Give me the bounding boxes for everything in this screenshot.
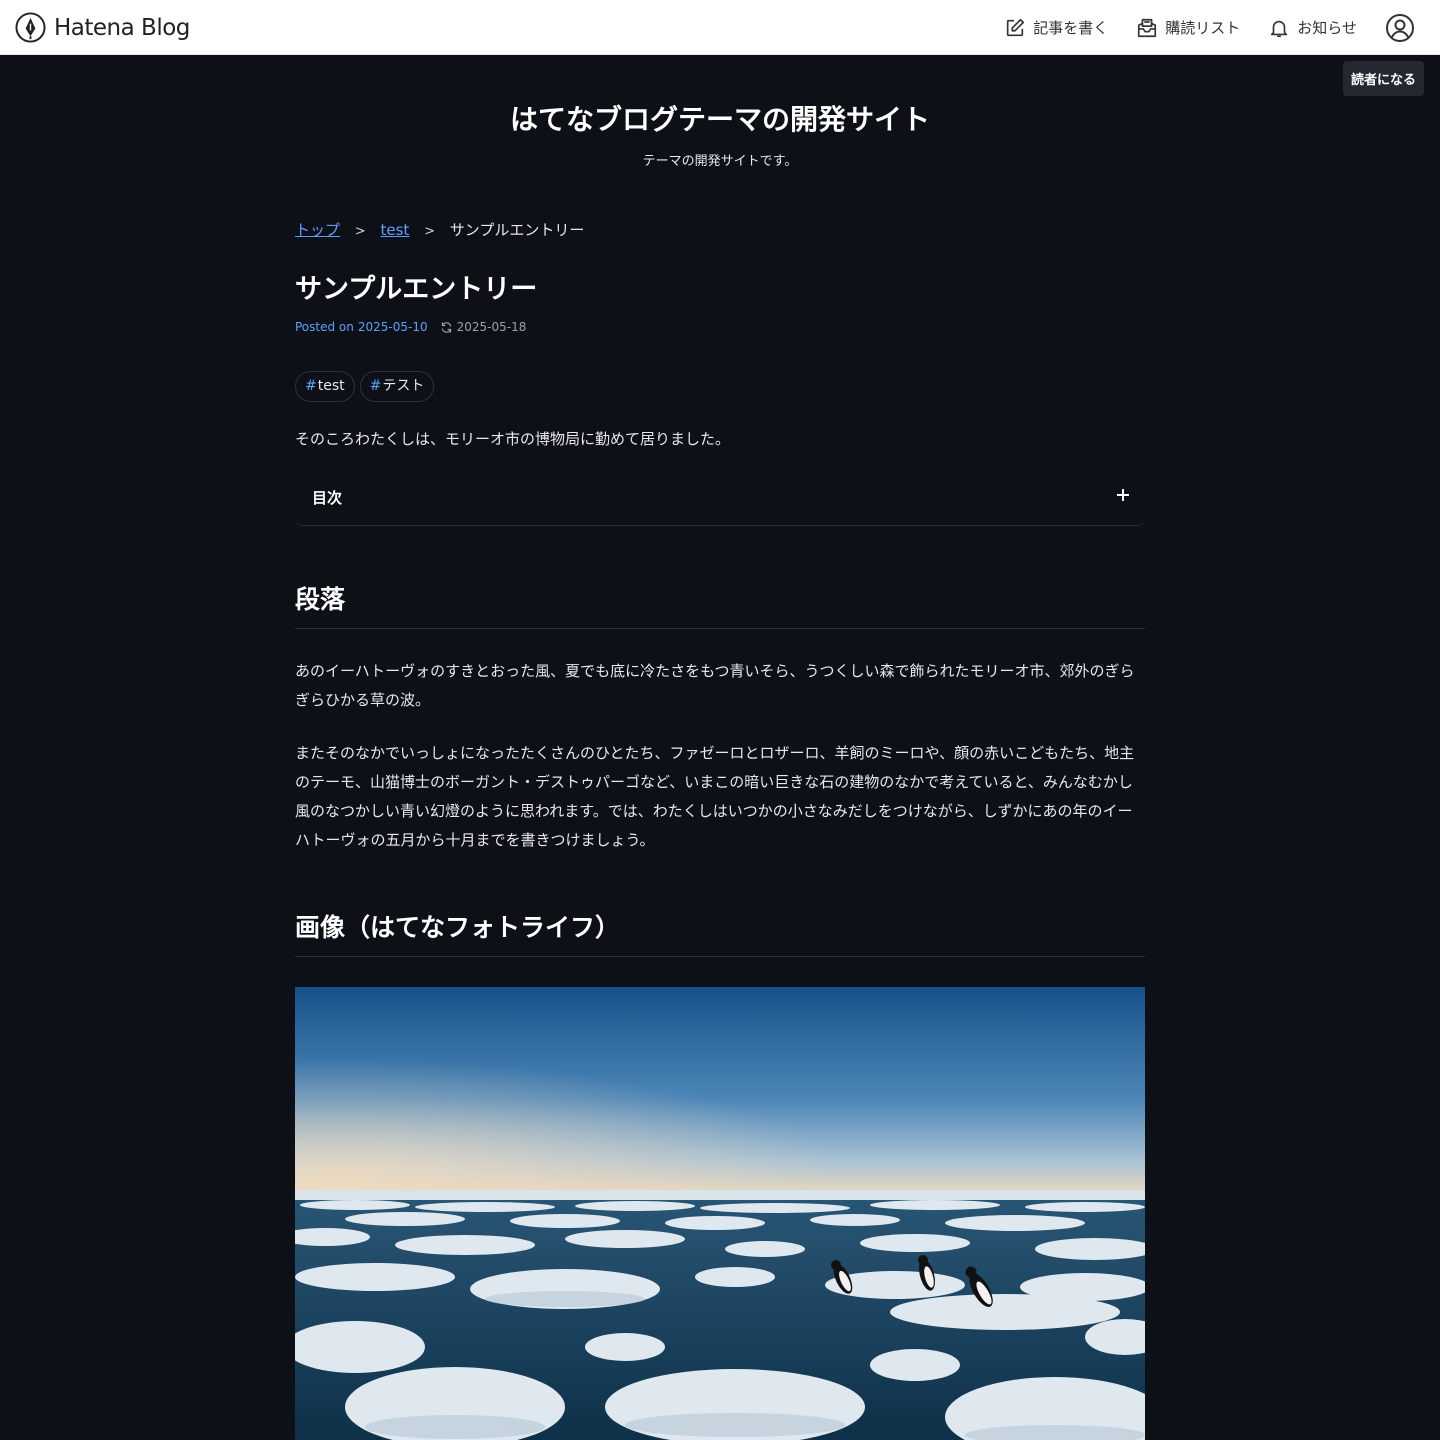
tag-hash: # [369, 378, 382, 394]
entry-photo[interactable] [295, 987, 1145, 1440]
section-heading-image: 画像（はてなフォトライフ） [295, 910, 1145, 957]
tag-label: test [317, 378, 345, 394]
paragraph: またそのなかでいっしょになったたくさんのひとたち、ファゼーロとロザーロ、羊飼のミ… [295, 744, 1135, 849]
breadcrumb-current: サンプルエントリー [449, 221, 585, 239]
updated-date-group: 2025-05-18 [440, 320, 527, 334]
breadcrumb-top-link[interactable]: トップ [295, 221, 340, 239]
entry-lead-text: そのころわたくしは、モリーオ市の博物局に勤めて居りました。 [295, 430, 731, 448]
bell-icon [1271, 20, 1288, 37]
posted-date[interactable]: 2025-05-10 [358, 320, 428, 334]
tag-tesuto[interactable]: #テスト [359, 371, 435, 402]
inbox-icon [1138, 18, 1157, 37]
penguins-on-ice-photo [295, 987, 1145, 1440]
global-menu: 記事を書く 購読リスト お知らせ [1004, 0, 1440, 55]
entry-tags: #test #テスト [295, 371, 435, 402]
refresh-icon [441, 321, 451, 333]
user-menu-button[interactable] [1385, 13, 1415, 43]
breadcrumb-separator: > [354, 224, 366, 239]
table-of-contents[interactable]: 目次 [295, 471, 1145, 526]
write-entry-label: 記事を書く [1033, 19, 1109, 37]
pen-nib-icon [15, 12, 46, 43]
blog-header: はてなブログテーマの開発サイト テーマの開発サイトです。 [0, 100, 1440, 169]
user-icon [1386, 13, 1414, 42]
tag-label: テスト [382, 378, 425, 394]
reading-list-link[interactable]: 購読リスト [1136, 17, 1240, 39]
updated-date: 2025-05-18 [456, 320, 527, 334]
section-heading-paragraph: 段落 [295, 582, 1145, 629]
plus-icon[interactable] [1115, 487, 1131, 503]
tag-test[interactable]: #test [295, 371, 355, 402]
breadcrumb: トップ > test > サンプルエントリー [295, 219, 584, 240]
toc-title: 目次 [312, 489, 343, 507]
entry-title[interactable]: サンプルエントリー [295, 272, 537, 308]
hatena-blog-logo[interactable]: Hatena Blog [15, 12, 190, 43]
breadcrumb-separator: > [424, 224, 435, 239]
reading-list-label: 購読リスト [1165, 19, 1241, 37]
entry-date: Posted on 2025-05-10 2025-05-18 [295, 320, 526, 334]
blog-title[interactable]: はてなブログテーマの開発サイト [510, 100, 930, 140]
paragraph: あのイーハトーヴォのすきとおった風、夏でも底に冷たさをもつ青いそら、うつくしい森… [295, 662, 1135, 709]
breadcrumb-category-link[interactable]: test [380, 221, 409, 239]
blog-description: テーマの開発サイトです。 [642, 154, 798, 169]
subscribe-button[interactable]: 読者になる [1342, 61, 1424, 96]
write-entry-link[interactable]: 記事を書く [1004, 17, 1108, 39]
edit-icon [1007, 18, 1025, 36]
posted-label: Posted on [295, 320, 354, 334]
notifications-link[interactable]: お知らせ [1268, 17, 1357, 39]
logo-text: Hatena Blog [54, 14, 190, 41]
tag-hash: # [305, 378, 317, 394]
global-header: Hatena Blog 記事を書く 購読リスト お知らせ [0, 0, 1440, 55]
notifications-label: お知らせ [1297, 19, 1357, 37]
